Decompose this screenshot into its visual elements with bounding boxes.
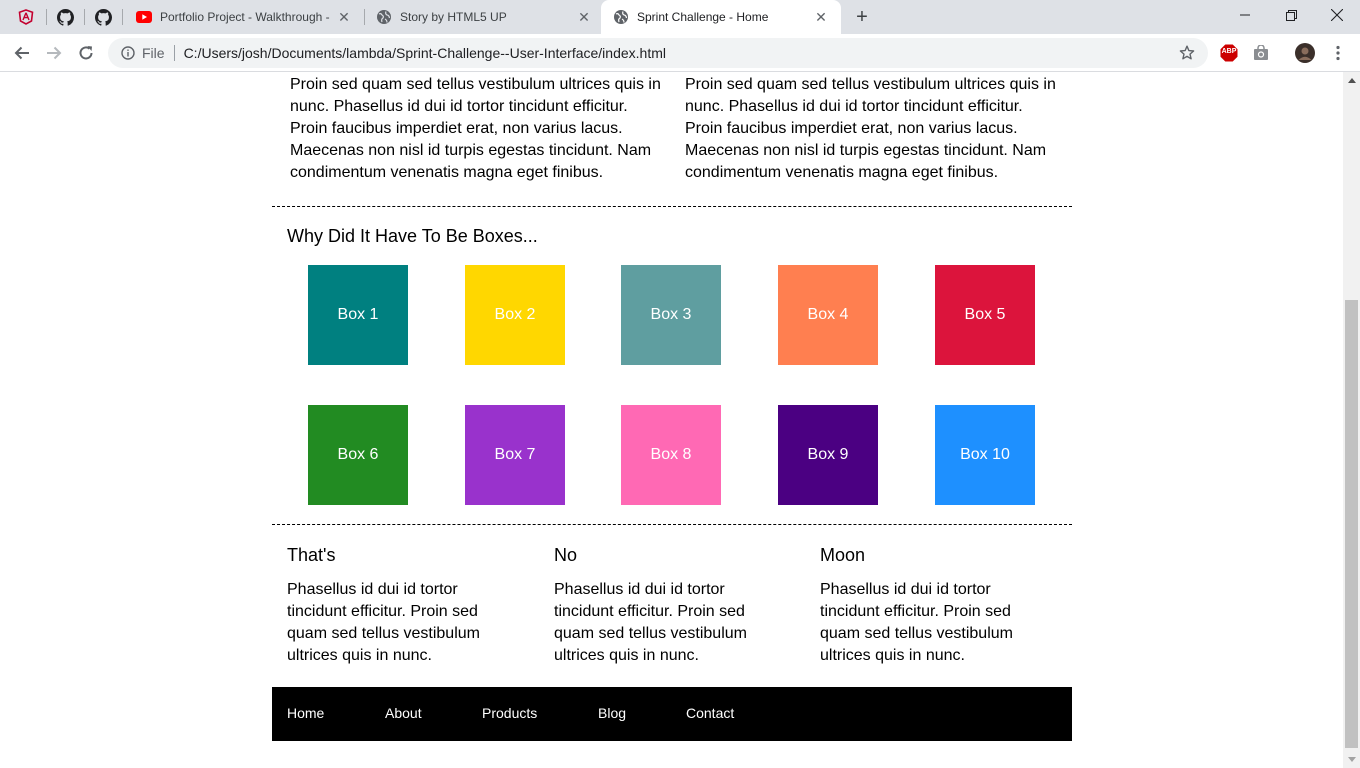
tab-title: Sprint Challenge - Home: [637, 10, 769, 24]
info-icon[interactable]: [120, 45, 136, 61]
close-icon: [1331, 9, 1343, 21]
footer-link-contact[interactable]: Contact: [686, 687, 734, 741]
column-text: Phasellus id dui id tortor tincidunt eff…: [287, 581, 480, 664]
pinned-tab-github-2[interactable]: [94, 8, 112, 26]
box-3: Box 3: [621, 265, 721, 365]
box-8: Box 8: [621, 405, 721, 505]
more-vert-icon: [1336, 45, 1340, 61]
box-6: Box 6: [308, 405, 408, 505]
tab-title: Story by HTML5 UP: [400, 10, 507, 24]
box-label: Box 9: [807, 446, 849, 463]
box-label: Box 2: [494, 306, 536, 323]
section-divider: [272, 206, 1072, 207]
shopping-bag-icon: [1254, 45, 1268, 60]
tab-strip: Portfolio Project - Walkthrough - ✕ Stor…: [0, 0, 1360, 34]
footer-link-blog[interactable]: Blog: [598, 687, 626, 741]
footer-link-home[interactable]: Home: [287, 687, 324, 741]
page-viewport: Proin sed quam sed tellus vestibulum ult…: [0, 72, 1343, 768]
box-label: Box 7: [494, 446, 536, 463]
avatar-icon: [1295, 43, 1315, 63]
browser-menu-button[interactable]: [1328, 43, 1348, 63]
box-7: Box 7: [465, 405, 565, 505]
box-1: Box 1: [308, 265, 408, 365]
column-heading: Moon: [820, 545, 866, 565]
tab-portfolio-project[interactable]: Portfolio Project - Walkthrough - ✕: [124, 0, 364, 34]
box-4: Box 4: [778, 265, 878, 365]
forward-button[interactable]: [42, 41, 66, 65]
minimize-icon: [1240, 14, 1250, 16]
restore-button[interactable]: [1268, 0, 1314, 30]
address-bar[interactable]: File C:/Users/josh/Documents/lambda/Spri…: [108, 38, 1208, 68]
box-label: Box 1: [337, 306, 379, 323]
scroll-down-icon[interactable]: [1348, 757, 1356, 762]
close-window-button[interactable]: [1314, 0, 1360, 30]
profile-avatar[interactable]: [1295, 43, 1315, 63]
forward-arrow-icon: [47, 46, 62, 60]
box-label: Box 4: [807, 306, 849, 323]
box-label: Box 6: [337, 446, 379, 463]
column-text: Phasellus id dui id tortor tincidunt eff…: [554, 581, 747, 664]
globe-icon: [376, 9, 392, 25]
minimize-button[interactable]: [1222, 0, 1268, 30]
column-text: Phasellus id dui id tortor tincidunt eff…: [820, 581, 1013, 664]
box-5: Box 5: [935, 265, 1035, 365]
box-9: Box 9: [778, 405, 878, 505]
box-2: Box 2: [465, 265, 565, 365]
new-tab-button[interactable]: +: [851, 6, 873, 28]
bottom-column: Moon Phasellus id dui id tortor tincidun…: [820, 544, 1030, 667]
bottom-column: No Phasellus id dui id tortor tincidunt …: [554, 544, 764, 667]
tab-title: Portfolio Project - Walkthrough -: [160, 10, 330, 24]
globe-icon: [613, 9, 629, 25]
column-heading: That's: [287, 545, 336, 565]
section-divider: [272, 524, 1072, 525]
github-icon: [94, 8, 112, 26]
scrollbar-thumb[interactable]: [1345, 300, 1358, 748]
scheme-label: File: [142, 45, 165, 61]
bottom-column: That's Phasellus id dui id tortor tincid…: [287, 544, 497, 667]
box-label: Box 3: [650, 306, 692, 323]
tab-sprint-challenge[interactable]: Sprint Challenge - Home ✕: [601, 0, 841, 34]
footer-nav: Home About Products Blog Contact: [272, 687, 1072, 741]
reload-icon: [79, 46, 93, 60]
angular-icon: [18, 9, 34, 25]
box-label: Box 8: [650, 446, 692, 463]
top-column-text: Proin sed quam sed tellus vestibulum ult…: [685, 76, 1056, 181]
browser-toolbar: File C:/Users/josh/Documents/lambda/Spri…: [0, 34, 1360, 72]
box-label: Box 10: [960, 446, 1010, 463]
column-heading: No: [554, 545, 578, 565]
vertical-scrollbar[interactable]: [1343, 72, 1360, 768]
box-10: Box 10: [935, 405, 1035, 505]
tab-story-html5up[interactable]: Story by HTML5 UP ✕: [364, 0, 604, 34]
close-icon[interactable]: ✕: [813, 9, 829, 25]
url-text[interactable]: C:/Users/josh/Documents/lambda/Sprint-Ch…: [184, 45, 666, 61]
reload-button[interactable]: [74, 41, 98, 65]
boxes-section-title: Why Did It Have To Be Boxes...: [287, 226, 538, 246]
adblock-label: ABP: [1221, 48, 1237, 55]
back-button[interactable]: [10, 41, 34, 65]
extension-button[interactable]: [1251, 43, 1271, 63]
adblock-extension-button[interactable]: ABP: [1219, 43, 1239, 63]
footer-link-products[interactable]: Products: [482, 687, 537, 741]
footer-link-about[interactable]: About: [385, 687, 422, 741]
back-arrow-icon: [14, 46, 29, 60]
restore-icon: [1285, 9, 1297, 21]
box-label: Box 5: [964, 306, 1006, 323]
close-icon[interactable]: ✕: [576, 9, 592, 25]
github-icon: [56, 8, 74, 26]
youtube-icon: [136, 9, 152, 25]
scroll-up-icon[interactable]: [1348, 78, 1356, 83]
pinned-tab-angular[interactable]: [17, 8, 35, 26]
pinned-tab-github-1[interactable]: [56, 8, 74, 26]
bookmark-star-icon[interactable]: [1178, 44, 1196, 62]
close-icon[interactable]: ✕: [336, 9, 352, 25]
top-column-text: Proin sed quam sed tellus vestibulum ult…: [290, 76, 661, 181]
